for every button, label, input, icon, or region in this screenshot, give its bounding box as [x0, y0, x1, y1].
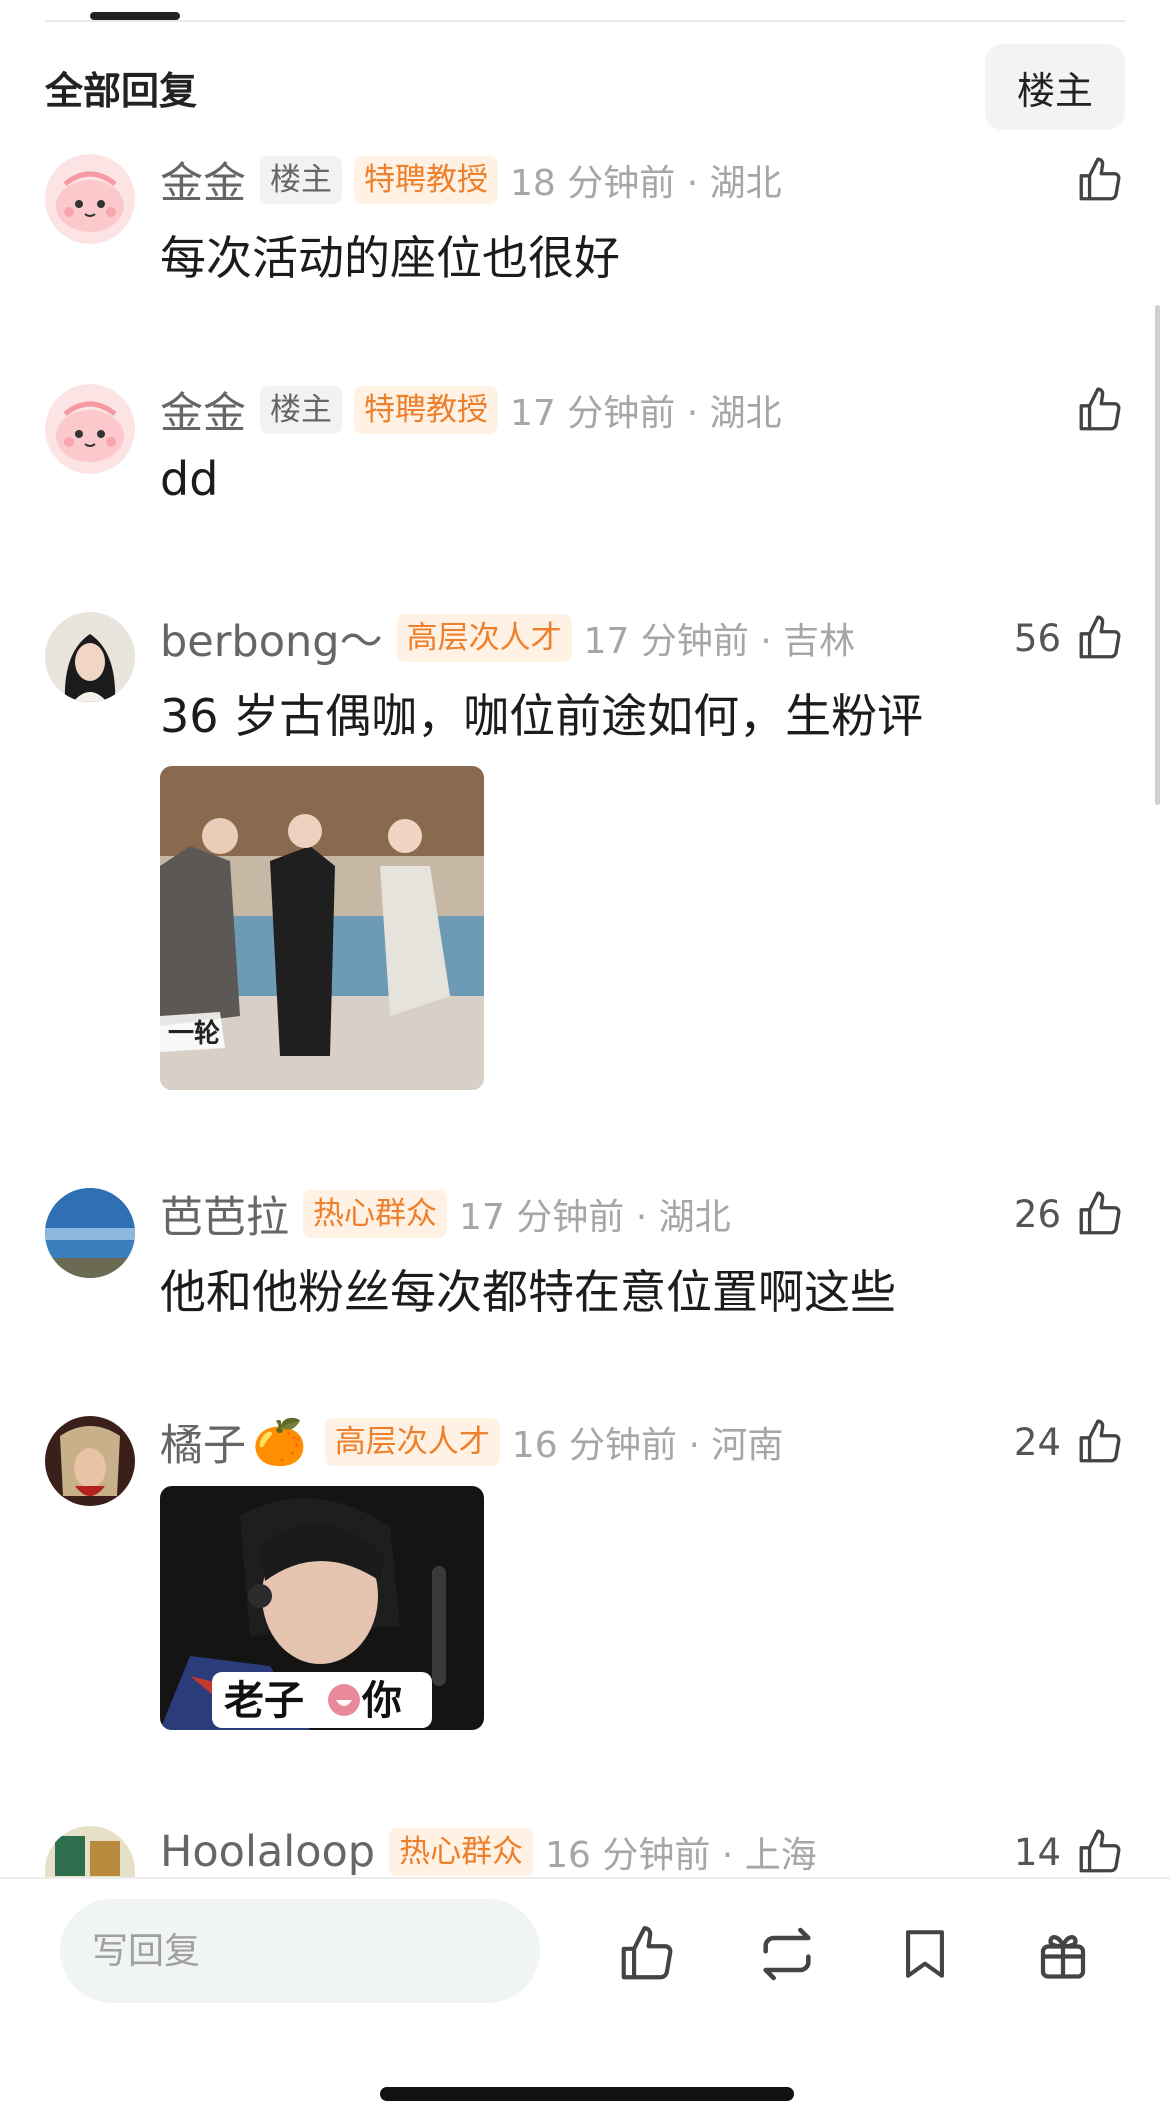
- bottom-action-bar: [0, 1877, 1170, 2127]
- only-op-filter-button[interactable]: 楼主: [985, 44, 1125, 130]
- like-button[interactable]: 26: [1014, 1184, 1125, 1244]
- timestamp-location: 17 分钟前 · 湖北: [459, 1197, 731, 1238]
- like-button[interactable]: 14: [1014, 1822, 1125, 1878]
- thumbs-up-icon: [1079, 615, 1121, 659]
- username[interactable]: 金金: [160, 379, 246, 441]
- like-count: 24: [1013, 1420, 1061, 1464]
- comment-item: berbong～ 高层次人才 17 分钟前 · 吉林 56 36 岁古偶咖，咖位…: [0, 608, 1170, 1098]
- like-count: 56: [1013, 616, 1061, 660]
- like-post-button[interactable]: [612, 1919, 682, 1989]
- timestamp-location: 16 分钟前 · 上海: [545, 1835, 817, 1876]
- divider: [45, 20, 1125, 22]
- thumbs-up-icon: [1079, 387, 1121, 431]
- timestamp-location: 18 分钟前 · 湖北: [510, 163, 782, 204]
- avatar[interactable]: [45, 154, 135, 244]
- op-badge: 楼主: [260, 156, 342, 204]
- comment-text: 36 岁古偶咖，咖位前途如何，生粉评: [160, 689, 924, 743]
- comment-item: Hoolaloop 热心群众 16 分钟前 · 上海 14: [0, 1822, 1170, 1878]
- comment-item: 金金 楼主 特聘教授 18 分钟前 · 湖北 每次活动的座位也很好: [0, 150, 1170, 300]
- like-count: 26: [1013, 1192, 1061, 1236]
- image-caption: 一轮: [168, 1019, 220, 1049]
- like-button[interactable]: 56: [1014, 608, 1125, 668]
- title-badge: 高层次人才: [324, 1418, 500, 1466]
- username[interactable]: Hoolaloop: [160, 1827, 375, 1877]
- thumbs-up-icon: [1079, 1829, 1121, 1873]
- timestamp-location: 17 分钟前 · 湖北: [510, 393, 782, 434]
- comment-meta: 橘子 🍊 高层次人才 16 分钟前 · 河南: [160, 1412, 783, 1472]
- replies-header: 全部回复 楼主: [45, 44, 1125, 130]
- repost-button[interactable]: [752, 1919, 822, 1989]
- comment-meta: 芭芭拉 热心群众 17 分钟前 · 湖北: [160, 1184, 731, 1244]
- username[interactable]: berbong～: [160, 607, 383, 669]
- timestamp-location: 17 分钟前 · 吉林: [583, 621, 856, 662]
- comment-image[interactable]: 一轮: [160, 766, 484, 1090]
- title-badge: 高层次人才: [396, 614, 572, 662]
- comment-meta: 金金 楼主 特聘教授 17 分钟前 · 湖北: [160, 380, 782, 440]
- like-button[interactable]: [1061, 380, 1125, 440]
- timestamp-location: 16 分钟前 · 河南: [511, 1425, 784, 1466]
- title-badge: 热心群众: [303, 1190, 447, 1238]
- title-badge: 热心群众: [389, 1828, 534, 1876]
- title-badge: 特聘教授: [354, 386, 498, 434]
- avatar[interactable]: [45, 1188, 135, 1278]
- comment-text: 每次活动的座位也很好: [160, 231, 620, 285]
- comment-meta: Hoolaloop 热心群众 16 分钟前 · 上海: [160, 1822, 817, 1878]
- comment-text: 他和他粉丝每次都特在意位置啊这些: [160, 1265, 896, 1319]
- avatar[interactable]: [45, 1416, 135, 1506]
- thumbs-up-icon: [1079, 157, 1121, 201]
- section-title: 全部回复: [45, 68, 198, 113]
- like-count: 14: [1013, 1830, 1061, 1874]
- username[interactable]: 橘子: [160, 1411, 246, 1473]
- comment-item: 金金 楼主 特聘教授 17 分钟前 · 湖北 dd: [0, 380, 1170, 530]
- sticker-caption-end: 你: [361, 1678, 402, 1724]
- like-button[interactable]: 24: [1014, 1412, 1125, 1472]
- home-indicator: [380, 2087, 794, 2101]
- username[interactable]: 芭芭拉: [160, 1183, 289, 1245]
- thumbs-up-icon: [1079, 1191, 1121, 1235]
- tab-indicator: [90, 12, 180, 20]
- comment-item: 芭芭拉 热心群众 17 分钟前 · 湖北 26 他和他粉丝每次都特在意位置啊这些: [0, 1184, 1170, 1334]
- comment-item: 橘子 🍊 高层次人才 16 分钟前 · 河南 24 老子 你: [0, 1412, 1170, 1742]
- username[interactable]: 金金: [160, 149, 246, 211]
- comment-meta: berbong～ 高层次人才 17 分钟前 · 吉林: [160, 608, 855, 668]
- avatar[interactable]: [45, 384, 135, 474]
- comment-meta: 金金 楼主 特聘教授 18 分钟前 · 湖北: [160, 150, 782, 210]
- orange-emoji: 🍊: [252, 1417, 307, 1468]
- gift-icon: [1040, 1935, 1086, 1979]
- like-button[interactable]: [1061, 150, 1125, 210]
- comment-text: dd: [160, 452, 219, 506]
- comment-sticker-image[interactable]: 老子 你: [160, 1486, 484, 1730]
- bookmark-button[interactable]: [890, 1919, 960, 1989]
- gift-button[interactable]: [1028, 1919, 1098, 1989]
- sticker-caption: 老子: [224, 1678, 304, 1724]
- thumbs-up-icon: [1079, 1419, 1121, 1463]
- avatar[interactable]: [45, 612, 135, 702]
- bookmark-icon: [906, 1930, 944, 1978]
- avatar[interactable]: [45, 1826, 135, 1878]
- title-badge: 特聘教授: [354, 156, 498, 204]
- like-icon: [621, 1926, 673, 1980]
- reply-input[interactable]: [60, 1899, 540, 2003]
- repost-icon: [763, 1927, 811, 1981]
- op-badge: 楼主: [260, 386, 342, 434]
